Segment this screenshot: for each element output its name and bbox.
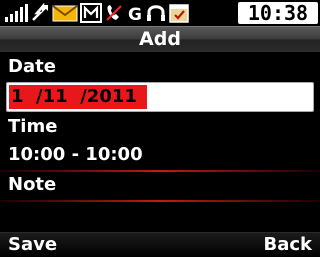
- save-softkey[interactable]: Save: [8, 233, 57, 257]
- data-transfer-icon: [32, 3, 48, 21]
- time-field[interactable]: 10:00 - 10:00: [8, 143, 143, 167]
- separator: [0, 200, 320, 202]
- status-time: 10:38: [247, 1, 309, 25]
- title-bar: Add: [0, 26, 320, 53]
- page-title: Add: [139, 28, 181, 50]
- status-bar: G 10:38: [0, 0, 320, 26]
- message-envelope-icon: [52, 5, 78, 22]
- softkey-bar: Save Back: [0, 232, 320, 257]
- note-label: Note: [8, 174, 57, 195]
- clock-display: 10:38: [238, 2, 318, 24]
- separator: [0, 170, 320, 172]
- headset-icon: [147, 5, 165, 21]
- network-g-icon: G: [128, 5, 142, 23]
- signal-strength-icon: [5, 4, 28, 22]
- add-event-form: Date 1 /11 /2011 Time 10:00 - 10:00 Note: [0, 52, 320, 232]
- date-value: 1 /11 /2011: [11, 86, 137, 107]
- multimedia-m-icon: [80, 3, 102, 23]
- no-call-icon: [106, 5, 122, 21]
- calendar-alarm-icon: [169, 4, 189, 23]
- date-label: Date: [8, 56, 56, 77]
- time-label: Time: [8, 116, 58, 137]
- back-softkey[interactable]: Back: [263, 233, 312, 257]
- date-input[interactable]: 1 /11 /2011: [6, 82, 314, 112]
- svg-text:G: G: [128, 5, 142, 23]
